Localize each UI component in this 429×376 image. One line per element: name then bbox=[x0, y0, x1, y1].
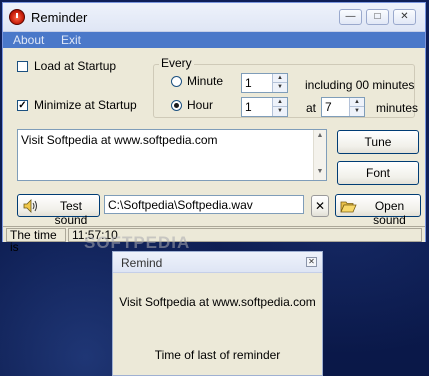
load-at-startup-checkbox[interactable] bbox=[17, 61, 28, 72]
message-textarea[interactable]: Visit Softpedia at www.softpedia.com ▲ ▼ bbox=[17, 129, 327, 181]
minutes-label: minutes bbox=[376, 101, 419, 115]
menu-about[interactable]: About bbox=[13, 33, 44, 47]
test-sound-button[interactable]: Test sound bbox=[17, 194, 100, 227]
speaker-icon bbox=[23, 199, 37, 213]
minute-note: including 00 minutes bbox=[305, 78, 415, 92]
message-scrollbar[interactable]: ▲ ▼ bbox=[313, 130, 326, 180]
scroll-up-icon[interactable]: ▲ bbox=[314, 132, 326, 139]
clear-sound-button[interactable]: ✕ bbox=[311, 195, 329, 217]
open-sound-button[interactable]: Open sound bbox=[335, 194, 421, 227]
at-minute-value: 7 bbox=[325, 100, 332, 114]
every-group-title: Every bbox=[159, 56, 194, 70]
minute-label: Minute bbox=[187, 74, 224, 88]
remind-close-icon[interactable]: ✕ bbox=[306, 257, 317, 267]
spin-down-icon[interactable]: ▼ bbox=[273, 107, 287, 116]
reminder-window: Reminder — □ ✕ About Exit Load at Startu… bbox=[2, 2, 426, 253]
minute-radio[interactable] bbox=[171, 76, 182, 87]
message-text: Visit Softpedia at www.softpedia.com bbox=[21, 133, 218, 147]
spin-up-icon[interactable]: ▲ bbox=[273, 98, 287, 107]
spin-down-icon[interactable]: ▼ bbox=[350, 107, 364, 116]
spin-up-icon[interactable]: ▲ bbox=[273, 74, 287, 83]
status-label: The time is bbox=[6, 228, 66, 253]
menu-exit[interactable]: Exit bbox=[61, 33, 81, 47]
remind-title: Remind bbox=[121, 256, 163, 270]
title-bar[interactable]: Reminder — □ ✕ bbox=[3, 3, 425, 32]
alarm-clock-icon bbox=[9, 9, 25, 25]
folder-open-icon bbox=[340, 201, 357, 213]
hour-spinner[interactable]: 1 ▲ ▼ bbox=[241, 97, 288, 117]
at-minute-spinner-arrows[interactable]: ▲ ▼ bbox=[349, 98, 364, 116]
open-sound-label: Open sound bbox=[373, 199, 406, 227]
at-minute-spinner[interactable]: 7 ▲ ▼ bbox=[321, 97, 365, 117]
test-sound-label: Test sound bbox=[54, 199, 88, 227]
hour-radio[interactable] bbox=[171, 100, 182, 111]
minute-spinner[interactable]: 1 ▲ ▼ bbox=[241, 73, 288, 93]
remind-popup: Remind ✕ Visit Softpedia at www.softpedi… bbox=[112, 251, 323, 376]
close-button[interactable]: ✕ bbox=[393, 9, 416, 25]
load-at-startup-label: Load at Startup bbox=[34, 59, 117, 73]
at-label: at bbox=[306, 101, 317, 115]
spin-down-icon[interactable]: ▼ bbox=[273, 83, 287, 92]
main-panel: Load at Startup ✓ Minimize at Startup Ev… bbox=[3, 49, 425, 253]
remind-title-bar[interactable]: Remind ✕ bbox=[113, 252, 322, 273]
sound-file-input[interactable]: C:\Softpedia\Softpedia.wav bbox=[104, 195, 304, 214]
spin-up-icon[interactable]: ▲ bbox=[350, 98, 364, 107]
tune-button[interactable]: Tune bbox=[337, 130, 419, 154]
minute-spinner-arrows[interactable]: ▲ ▼ bbox=[272, 74, 287, 92]
minute-value: 1 bbox=[245, 76, 252, 90]
minimize-button[interactable]: — bbox=[339, 9, 362, 25]
maximize-button[interactable]: □ bbox=[366, 9, 389, 25]
remind-footer: Time of last of reminder bbox=[154, 348, 281, 362]
hour-spinner-arrows[interactable]: ▲ ▼ bbox=[272, 98, 287, 116]
hour-label: Hour bbox=[187, 98, 214, 112]
hour-value: 1 bbox=[245, 100, 252, 114]
watermark: SOFTPEDIA bbox=[84, 233, 191, 252]
minimize-at-startup-label: Minimize at Startup bbox=[34, 98, 137, 112]
minimize-at-startup-checkbox[interactable]: ✓ bbox=[17, 100, 28, 111]
scroll-down-icon[interactable]: ▼ bbox=[314, 168, 326, 175]
menu-bar: About Exit bbox=[3, 32, 425, 48]
remind-message: Visit Softpedia at www.softpedia.com bbox=[119, 295, 316, 309]
window-title: Reminder bbox=[31, 10, 88, 25]
font-button[interactable]: Font bbox=[337, 161, 419, 185]
status-bar: The time is 11:57:10 bbox=[3, 226, 425, 253]
sound-file-path: C:\Softpedia\Softpedia.wav bbox=[108, 198, 253, 212]
